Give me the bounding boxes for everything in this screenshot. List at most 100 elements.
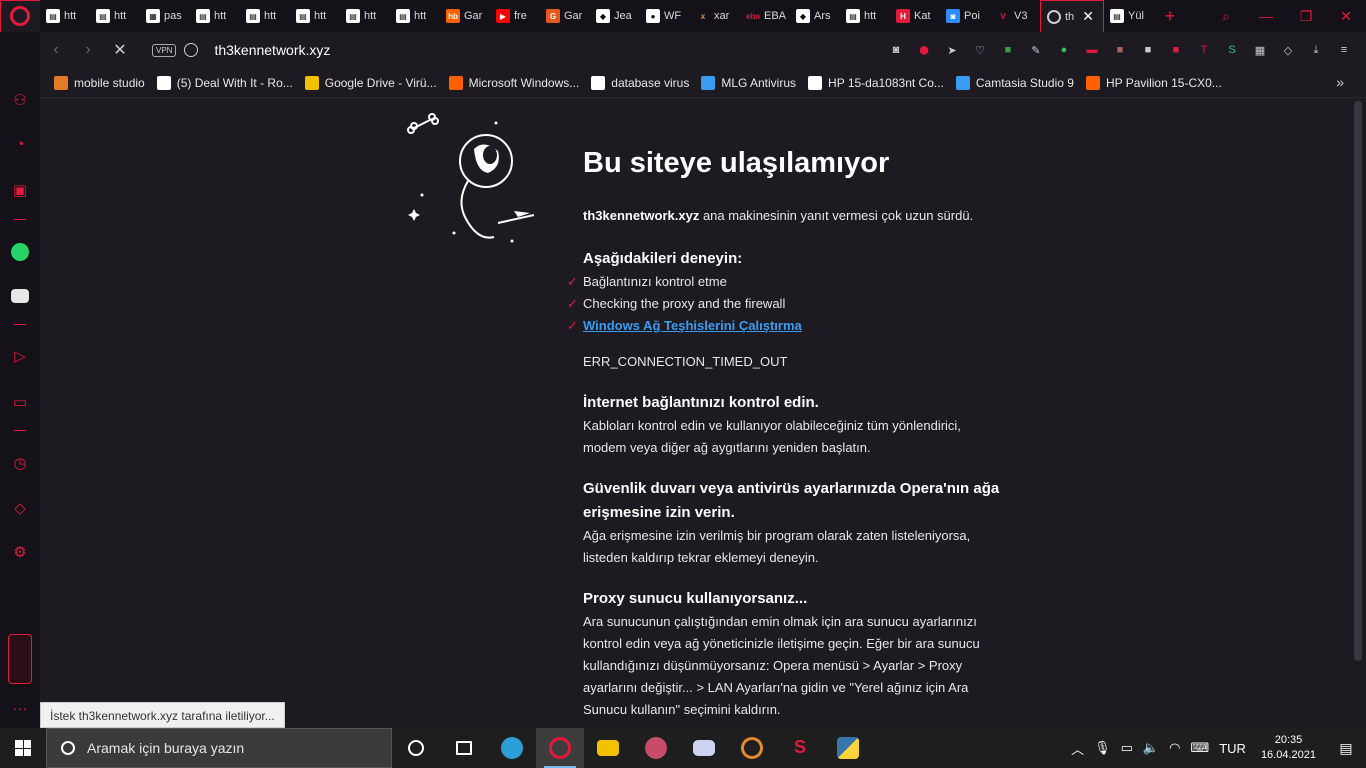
tab[interactable]: hb Gar: [440, 0, 490, 32]
bookmark-item[interactable]: mobile studio: [54, 75, 145, 90]
tab[interactable]: ▤ htt: [90, 0, 140, 32]
tab[interactable]: H Kat: [890, 0, 940, 32]
taskbar-search[interactable]: Aramak için buraya yazın: [46, 728, 392, 768]
extension-1-icon[interactable]: ■: [996, 42, 1020, 58]
extension-10-icon[interactable]: ▦: [1248, 42, 1272, 58]
bookmark-item[interactable]: database virus: [591, 75, 689, 90]
tab[interactable]: ▤ htt: [40, 0, 90, 32]
extension-9-icon[interactable]: S: [1220, 42, 1244, 58]
task-view-icon[interactable]: [440, 728, 488, 768]
settings-gear-icon[interactable]: ⚙: [0, 540, 40, 564]
tab[interactable]: ◙ Poi: [940, 0, 990, 32]
minimize-button[interactable]: —: [1246, 8, 1286, 24]
site-info-icon[interactable]: [184, 43, 199, 57]
tab[interactable]: ▤ htt: [390, 0, 440, 32]
vpn-badge[interactable]: VPN: [152, 43, 177, 57]
clock[interactable]: 20:35 16.04.2021: [1261, 733, 1316, 763]
speed-dial-icon[interactable]: ◔: [0, 132, 40, 156]
bookmark-item[interactable]: Google Drive - Virü...: [304, 75, 437, 90]
stop-loading-button[interactable]: ✕: [104, 40, 136, 60]
adblock-icon[interactable]: ⬢: [912, 42, 936, 58]
extension-5-icon[interactable]: ■: [1108, 42, 1132, 58]
player-icon[interactable]: ▷: [0, 344, 40, 368]
whatsapp-icon[interactable]: [0, 240, 40, 264]
network-diagnostics-link[interactable]: Windows Ağ Teşhislerini Çalıştırma: [583, 318, 802, 333]
try-heading: Aşağıdakileri deneyin:: [583, 250, 743, 267]
wallet-icon[interactable]: ▭: [0, 390, 40, 414]
media-player-icon[interactable]: [728, 728, 776, 768]
bookmarks-overflow-button[interactable]: »: [1336, 74, 1344, 90]
close-tab-icon[interactable]: ✕: [1082, 8, 1094, 25]
bookmark-item[interactable]: HP 15-da1083nt Co...: [808, 75, 944, 90]
tab[interactable]: ◆ Ars: [790, 0, 840, 32]
bag-icon[interactable]: ▣: [0, 178, 40, 202]
download-icon[interactable]: ⤓: [1304, 42, 1328, 58]
tab[interactable]: ▤ htt: [240, 0, 290, 32]
tab[interactable]: ▤ Yül: [1104, 0, 1154, 32]
notification-center-icon[interactable]: ▤: [1326, 740, 1366, 757]
easy-setup-icon[interactable]: ≡: [1332, 42, 1356, 58]
gx-control-icon[interactable]: [8, 634, 32, 684]
heart-icon[interactable]: ♡: [968, 42, 992, 58]
forward-button[interactable]: ›: [72, 41, 104, 59]
extension-7-icon[interactable]: ■: [1164, 42, 1188, 58]
language-indicator[interactable]: TUR: [1219, 741, 1246, 756]
extension-2-icon[interactable]: ✎: [1024, 42, 1048, 58]
extensions-cube-icon[interactable]: ◇: [1276, 42, 1300, 58]
page-scrollbar[interactable]: [1350, 99, 1366, 728]
close-window-button[interactable]: ✕: [1326, 8, 1366, 25]
microphone-icon[interactable]: 🎙: [1094, 740, 1111, 756]
extension-4-icon[interactable]: ▬: [1080, 42, 1104, 58]
file-explorer-icon[interactable]: [584, 728, 632, 768]
bookmark-item[interactable]: MLG Antivirus: [701, 75, 796, 90]
opera-gx-taskbar-icon[interactable]: [536, 728, 584, 768]
tab[interactable]: ◆ Jea: [590, 0, 640, 32]
new-tab-button[interactable]: +: [1154, 6, 1186, 27]
chevron-up-icon[interactable]: ︿: [1071, 739, 1084, 758]
send-icon[interactable]: ➤: [940, 42, 964, 58]
tab[interactable]: G Gar: [540, 0, 590, 32]
app-s-icon[interactable]: S: [776, 728, 824, 768]
volume-icon[interactable]: 🔈: [1143, 740, 1159, 756]
more-dots-icon[interactable]: ···: [0, 696, 40, 720]
tab[interactable]: ▤ htt: [340, 0, 390, 32]
extension-3-icon[interactable]: ●: [1052, 42, 1076, 58]
cortana-icon[interactable]: [392, 728, 440, 768]
tab[interactable]: ● WF: [640, 0, 690, 32]
restore-button[interactable]: ❐: [1286, 8, 1326, 25]
tab[interactable]: V V3: [990, 0, 1040, 32]
tab-active[interactable]: th ✕: [1040, 0, 1104, 32]
python-icon[interactable]: [824, 728, 872, 768]
snipping-tool-icon[interactable]: [632, 728, 680, 768]
extensions-cube-icon[interactable]: ◇: [0, 496, 40, 520]
tab-search-icon[interactable]: ⌕: [1206, 8, 1246, 25]
error-page: Bu siteye ulaşılamıyor th3kennetwork.xyz…: [40, 99, 1350, 728]
game-controller-icon[interactable]: ⚇: [0, 88, 40, 112]
battery-icon[interactable]: ▭: [1121, 740, 1133, 756]
camera-icon[interactable]: ◙: [884, 42, 908, 58]
discord-icon[interactable]: [0, 284, 40, 308]
tab[interactable]: eba EBA: [740, 0, 790, 32]
edge-icon[interactable]: [488, 728, 536, 768]
bookmark-item[interactable]: Camtasia Studio 9: [955, 75, 1074, 90]
bookmark-item[interactable]: (5) Deal With It - Ro...: [156, 75, 293, 90]
url-field[interactable]: th3kennetwork.xyz: [214, 42, 330, 58]
back-button[interactable]: ‹: [40, 41, 72, 59]
keyboard-icon[interactable]: ⌨: [1190, 740, 1209, 756]
discord-taskbar-icon[interactable]: [680, 728, 728, 768]
tab[interactable]: ▤ htt: [190, 0, 240, 32]
history-icon[interactable]: ◷: [0, 451, 40, 475]
bookmark-item[interactable]: Microsoft Windows...: [448, 75, 579, 90]
bookmark-item[interactable]: HP Pavilion 15-CX0...: [1085, 75, 1222, 90]
network-icon[interactable]: ◠: [1169, 740, 1180, 756]
hb-favicon-icon: hb: [446, 9, 460, 23]
extension-8-icon[interactable]: T: [1192, 42, 1216, 58]
extension-6-icon[interactable]: ■: [1136, 42, 1160, 58]
tab[interactable]: ▦ pas: [140, 0, 190, 32]
tab[interactable]: ▶ fre: [490, 0, 540, 32]
start-button[interactable]: [0, 728, 46, 768]
tab[interactable]: ▤ htt: [290, 0, 340, 32]
opera-menu-button[interactable]: [0, 0, 40, 32]
tab[interactable]: x xar: [690, 0, 740, 32]
tab[interactable]: ▤ htt: [840, 0, 890, 32]
